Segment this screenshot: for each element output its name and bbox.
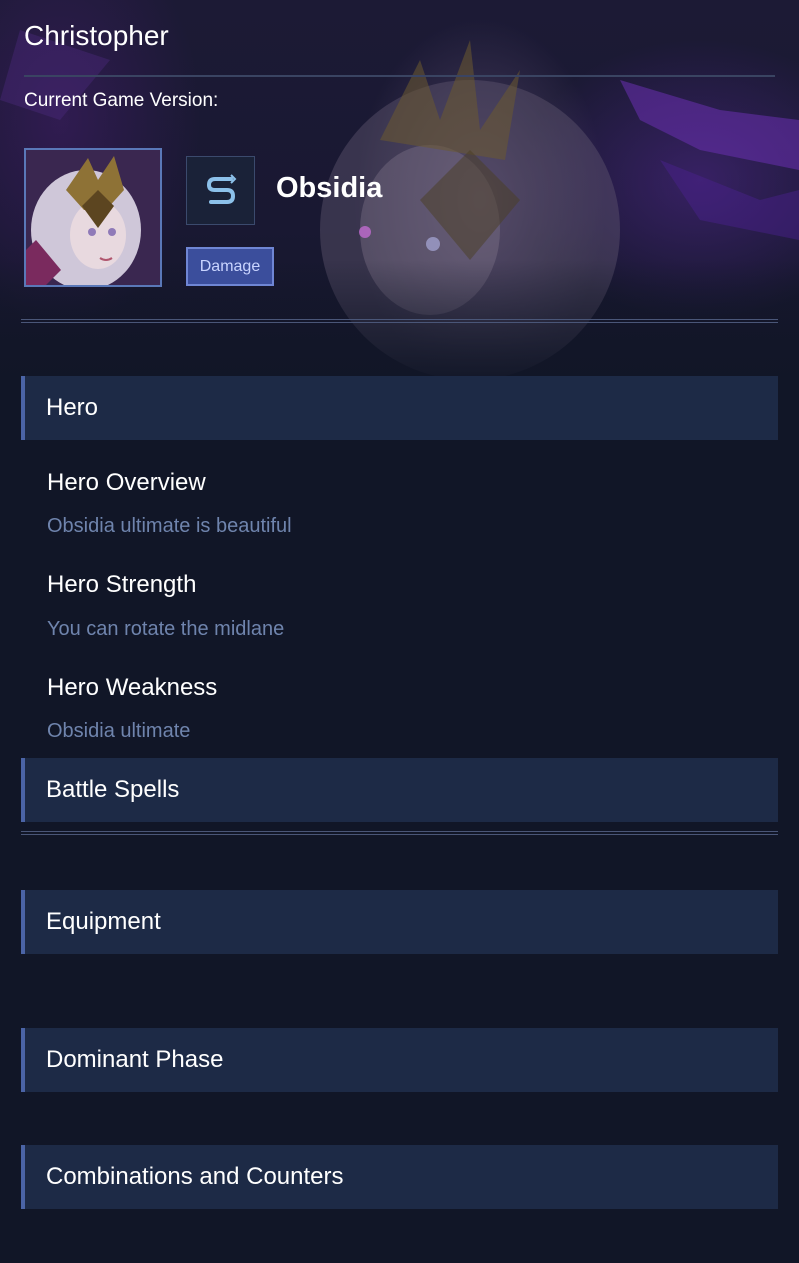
section-hero[interactable]: Hero [21,376,778,440]
user-name: Christopher [24,20,169,51]
game-version-label: Current Game Version: [24,90,219,111]
hero-weakness-desc: Obsidia ultimate [47,720,191,742]
hero-overview-title: Hero Overview [47,469,206,496]
hero-strength-desc: You can rotate the midlane [47,618,285,640]
section-battle-spells[interactable]: Battle Spells [21,758,778,822]
lane-s-icon [186,156,255,225]
hero-portrait [24,148,162,287]
section-divider [21,319,778,323]
section-divider [21,831,778,835]
hero-weakness-title: Hero Weakness [47,674,218,701]
header-divider [24,75,775,77]
hero-strength-title: Hero Strength [47,571,197,598]
role-badge: Damage [186,247,274,286]
section-combinations-counters[interactable]: Combinations and Counters [21,1145,778,1209]
hero-name: Obsidia [276,172,383,204]
section-equipment[interactable]: Equipment [21,890,778,954]
section-dominant-phase[interactable]: Dominant Phase [21,1028,778,1092]
hero-overview-desc: Obsidia ultimate is beautiful [47,515,292,537]
